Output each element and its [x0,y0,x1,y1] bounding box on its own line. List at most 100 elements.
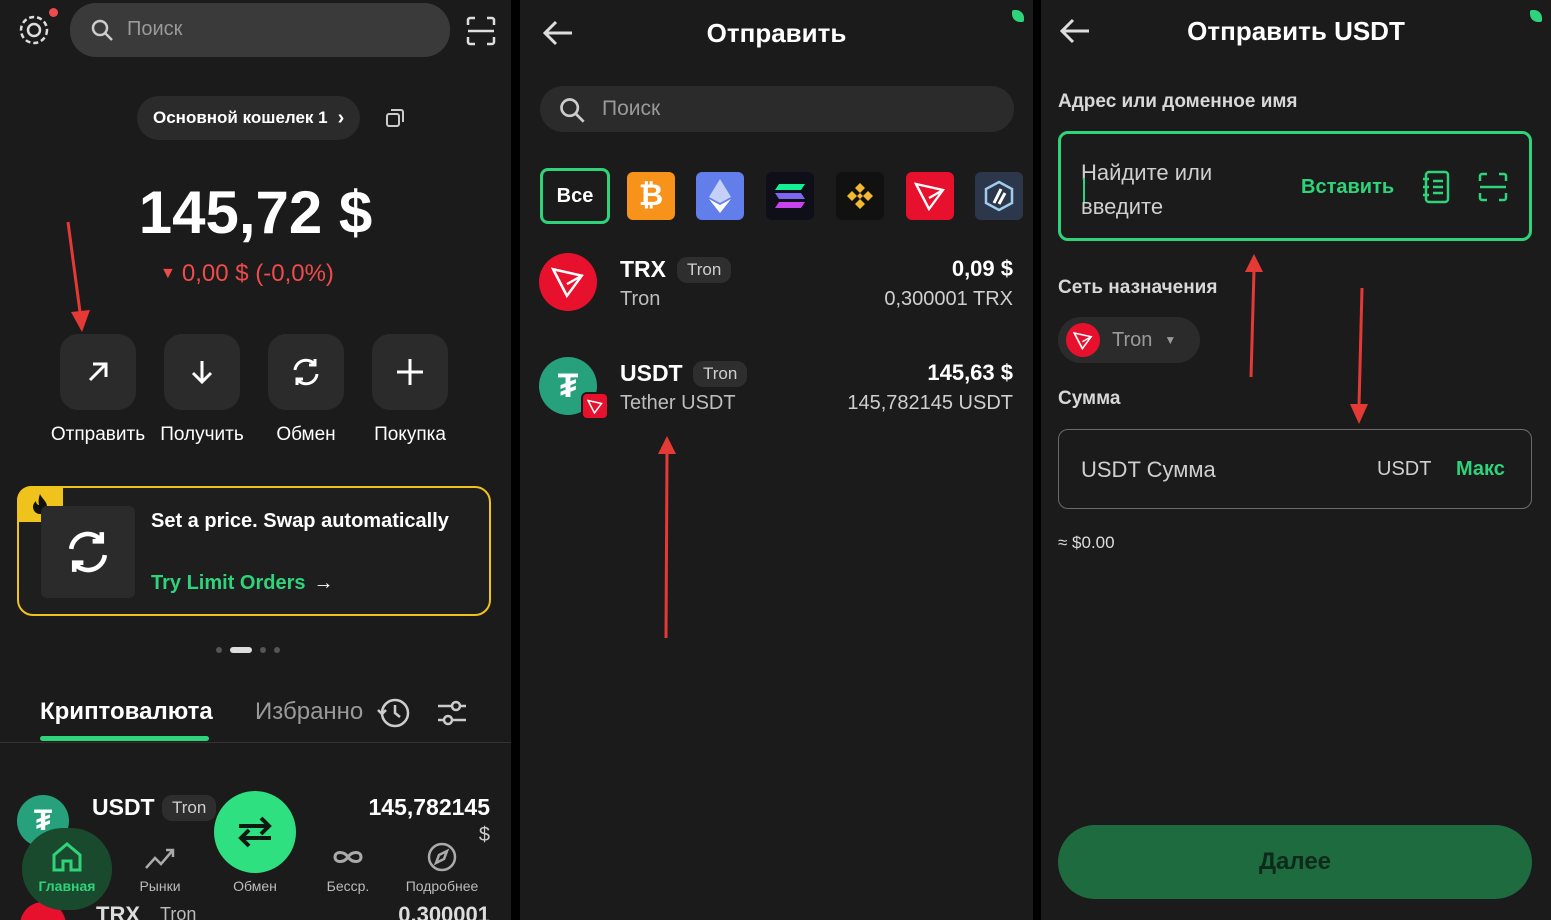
annotation-arrow-down [1350,287,1368,424]
qr-scan-icon[interactable] [1478,172,1508,207]
page-title: Отправить USDT [1187,16,1405,46]
send-button[interactable] [60,334,136,410]
page-title: Отправить [706,18,847,48]
tab-crypto[interactable]: Криптовалюта [40,698,213,726]
copy-icon[interactable] [385,108,405,133]
coin-value: 0,09 $ [951,256,1013,281]
promo-link-label: Try Limit Orders [151,572,306,594]
coin-amount: 145,782145 USDT [847,392,1013,414]
wallet-home-panel: Поиск Основной кошелек 1 › 145,72 $ ▼ 0,… [0,0,511,920]
change-value: 0,00 $ (-0,0%) [181,260,334,287]
tron-filter-icon[interactable] [906,172,954,220]
tab-favorites[interactable]: Избранно [255,698,363,726]
annotation-arrow-up [1245,254,1263,378]
tron-logo-icon [1066,323,1100,357]
max-button[interactable]: Макс [1456,458,1505,481]
address-label: Адрес или доменное имя [1058,91,1298,112]
arrow-right-icon: → [313,572,334,594]
annotation-arrow [66,221,90,332]
asset-amount: 145,782145 [368,794,490,820]
send-select-coin-panel: Отправить Поиск Все ₿ TRX Tron Tron 0,09… [520,0,1033,920]
arrow-down-icon [191,361,213,385]
paste-button[interactable]: Вставить [1301,176,1394,199]
nav-more-label: Подробнее [405,878,479,894]
text-cursor [1083,178,1085,202]
network-selector[interactable]: Tron ▼ [1058,317,1200,363]
address-placeholder-line1: Найдите или [1081,160,1213,185]
next-button[interactable]: Далее [1058,825,1532,899]
fiat-approx: ≈ $0.00 [1058,533,1115,552]
nav-swap-fab[interactable] [214,791,296,873]
amount-placeholder: USDT Сумма [1081,457,1216,482]
promo-link[interactable]: Try Limit Orders → [151,572,334,595]
compass-icon [427,842,457,872]
asset-network-chip: Tron [162,795,217,821]
settings-gear-icon[interactable] [16,8,58,53]
balance-change: ▼ 0,00 $ (-0,0%) [160,260,334,288]
nav-swap-label: Обмен [233,878,277,894]
coin-row-usdt[interactable]: ₮ USDT Tron Tether USDT 145,63 $ 145,782… [520,354,1033,434]
search-icon [560,98,585,123]
tron-badge-icon [581,392,609,420]
arbitrum-filter-icon[interactable] [975,172,1023,220]
next-label: Далее [1258,848,1332,875]
bitcoin-filter-icon[interactable]: ₿ [627,172,675,220]
asset2-symbol: TRX [96,902,140,920]
coin-amount: 0,300001 TRX [884,288,1013,310]
search-placeholder: Поиск [127,18,183,40]
down-triangle-icon: ▼ [160,265,176,282]
wallet-name: Основной кошелек 1 [153,108,328,127]
infinity-icon [333,851,363,863]
chevron-right-icon: › [337,106,345,129]
notification-dot [49,8,58,17]
limit-orders-promo[interactable]: Set a price. Swap automatically Try Limi… [17,486,491,616]
filter-settings-icon[interactable] [436,698,468,733]
dropdown-caret-icon: ▼ [1164,333,1177,347]
swap-arrows-icon [238,816,272,848]
address-input[interactable]: Найдите или введите Вставить [1058,131,1532,241]
amount-label: Сумма [1058,388,1121,409]
address-placeholder: Найдите или введите [1081,156,1271,224]
coin-row-trx[interactable]: TRX Tron Tron 0,09 $ 0,300001 TRX [520,250,1033,330]
arrow-up-right-icon [88,362,108,382]
nav-markets-label: Рынки [139,878,181,894]
amount-unit: USDT [1377,458,1432,480]
nav-home[interactable]: Главная [22,842,112,894]
swap-refresh-icon [41,506,135,598]
tab-underline [40,736,209,741]
send-usdt-form-panel: Отправить USDT Адрес или доменное имя На… [1041,0,1551,920]
receive-button[interactable] [164,334,240,410]
coin-name: Tron [620,288,661,310]
swap-button[interactable] [268,334,344,410]
nav-home-label: Главная [38,878,96,894]
scan-icon[interactable] [466,16,496,51]
nav-perpetual[interactable]: Бесср. [303,842,393,894]
ethereum-filter-icon[interactable] [696,172,744,220]
bnb-filter-icon[interactable] [836,172,884,220]
send-label: Отправить [50,424,146,445]
nav-more[interactable]: Подробнее [397,842,487,894]
history-icon[interactable] [376,696,412,735]
home-icon [52,842,82,872]
amount-input[interactable]: USDT Сумма USDT Макс [1058,429,1532,509]
nav-markets[interactable]: Рынки [115,842,205,894]
buy-button[interactable] [372,334,448,410]
coin-network-chip: Tron [693,361,748,387]
carousel-dots [212,640,284,658]
address-book-icon[interactable] [1421,170,1451,209]
coin-name: Tether USDT [620,392,736,414]
filter-all-label: Все [556,184,594,207]
search-placeholder: Поиск [602,97,661,120]
search-input[interactable]: Поиск [70,3,450,57]
wallet-selector[interactable]: Основной кошелек 1 › [137,96,361,140]
filter-all[interactable]: Все [540,168,610,224]
refresh-icon [293,358,319,386]
search-input[interactable]: Поиск [540,86,1014,132]
coin-symbol: USDT [620,360,683,386]
search-icon [91,19,113,41]
nav-perpetual-label: Бесср. [326,878,370,894]
solana-filter-icon[interactable] [766,172,814,220]
tron-logo-icon [539,253,597,311]
plus-icon [397,359,423,385]
annotation-arrow [658,436,676,639]
